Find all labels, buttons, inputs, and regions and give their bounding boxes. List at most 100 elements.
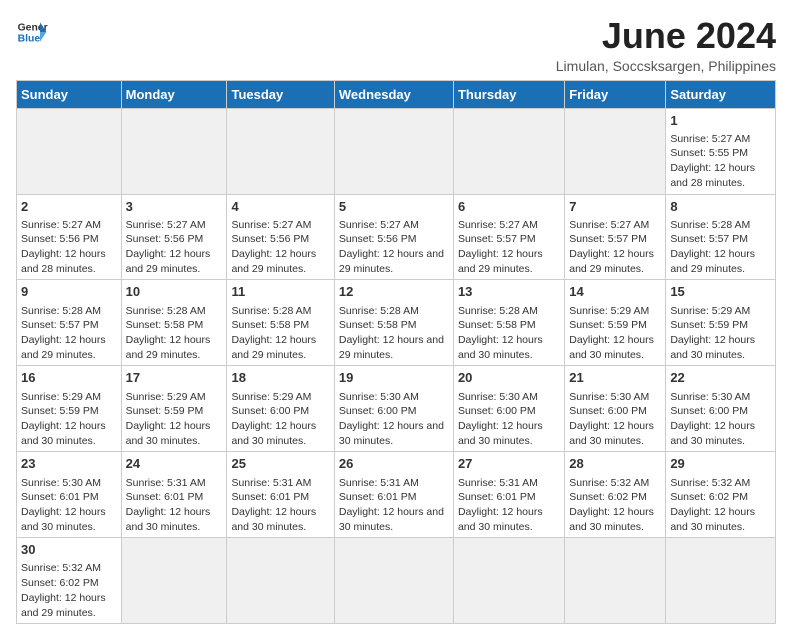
day-cell bbox=[453, 108, 564, 194]
day-cell: 1 Sunrise: 5:27 AMSunset: 5:55 PMDaylight… bbox=[666, 108, 776, 194]
logo: General Blue bbox=[16, 16, 48, 48]
day-number: 24 bbox=[126, 455, 223, 473]
month-title: June 2024 bbox=[556, 16, 776, 56]
day-info: Sunrise: 5:27 AMSunset: 5:57 PMDaylight:… bbox=[569, 218, 661, 277]
day-info: Sunrise: 5:27 AMSunset: 5:56 PMDaylight:… bbox=[21, 218, 117, 277]
day-cell bbox=[121, 108, 227, 194]
day-info: Sunrise: 5:32 AMSunset: 6:02 PMDaylight:… bbox=[21, 561, 117, 620]
day-info: Sunrise: 5:30 AMSunset: 6:00 PMDaylight:… bbox=[670, 390, 771, 449]
day-number: 21 bbox=[569, 369, 661, 387]
day-cell: 6 Sunrise: 5:27 AMSunset: 5:57 PMDaylight… bbox=[453, 194, 564, 280]
day-number: 18 bbox=[231, 369, 329, 387]
day-number: 3 bbox=[126, 198, 223, 216]
day-info: Sunrise: 5:30 AMSunset: 6:00 PMDaylight:… bbox=[458, 390, 560, 449]
day-number: 12 bbox=[339, 283, 449, 301]
day-number: 30 bbox=[21, 541, 117, 559]
day-header-monday: Monday bbox=[121, 80, 227, 108]
day-header-sunday: Sunday bbox=[17, 80, 122, 108]
day-info: Sunrise: 5:31 AMSunset: 6:01 PMDaylight:… bbox=[458, 476, 560, 535]
day-info: Sunrise: 5:31 AMSunset: 6:01 PMDaylight:… bbox=[339, 476, 449, 535]
location-subtitle: Limulan, Soccsksargen, Philippines bbox=[556, 58, 776, 74]
day-cell bbox=[17, 108, 122, 194]
calendar-table: SundayMondayTuesdayWednesdayThursdayFrid… bbox=[16, 80, 776, 625]
day-cell bbox=[565, 108, 666, 194]
day-number: 25 bbox=[231, 455, 329, 473]
day-info: Sunrise: 5:31 AMSunset: 6:01 PMDaylight:… bbox=[231, 476, 329, 535]
week-row-5: 30 Sunrise: 5:32 AMSunset: 6:02 PMDayligh… bbox=[17, 538, 776, 624]
day-header-friday: Friday bbox=[565, 80, 666, 108]
day-info: Sunrise: 5:28 AMSunset: 5:58 PMDaylight:… bbox=[126, 304, 223, 363]
day-info: Sunrise: 5:30 AMSunset: 6:00 PMDaylight:… bbox=[569, 390, 661, 449]
day-info: Sunrise: 5:28 AMSunset: 5:58 PMDaylight:… bbox=[458, 304, 560, 363]
day-info: Sunrise: 5:28 AMSunset: 5:58 PMDaylight:… bbox=[231, 304, 329, 363]
day-number: 19 bbox=[339, 369, 449, 387]
week-row-1: 2 Sunrise: 5:27 AMSunset: 5:56 PMDaylight… bbox=[17, 194, 776, 280]
day-number: 27 bbox=[458, 455, 560, 473]
day-number: 22 bbox=[670, 369, 771, 387]
day-number: 13 bbox=[458, 283, 560, 301]
day-info: Sunrise: 5:29 AMSunset: 6:00 PMDaylight:… bbox=[231, 390, 329, 449]
day-number: 2 bbox=[21, 198, 117, 216]
day-number: 23 bbox=[21, 455, 117, 473]
day-cell: 2 Sunrise: 5:27 AMSunset: 5:56 PMDaylight… bbox=[17, 194, 122, 280]
day-cell: 14Sunrise: 5:29 AMSunset: 5:59 PMDayligh… bbox=[565, 280, 666, 366]
day-number: 14 bbox=[569, 283, 661, 301]
day-number: 28 bbox=[569, 455, 661, 473]
day-cell bbox=[565, 538, 666, 624]
day-cell: 11 Sunrise: 5:28 AMSunset: 5:58 PMDayligh… bbox=[227, 280, 334, 366]
day-cell: 4Sunrise: 5:27 AMSunset: 5:56 PMDaylight… bbox=[227, 194, 334, 280]
day-number: 5 bbox=[339, 198, 449, 216]
week-row-0: 1 Sunrise: 5:27 AMSunset: 5:55 PMDaylight… bbox=[17, 108, 776, 194]
day-cell: 21 Sunrise: 5:30 AMSunset: 6:00 PMDayligh… bbox=[565, 366, 666, 452]
day-number: 7 bbox=[569, 198, 661, 216]
day-number: 29 bbox=[670, 455, 771, 473]
day-cell bbox=[334, 108, 453, 194]
week-row-2: 9Sunrise: 5:28 AMSunset: 5:57 PMDaylight… bbox=[17, 280, 776, 366]
day-cell bbox=[121, 538, 227, 624]
day-number: 6 bbox=[458, 198, 560, 216]
day-cell: 8Sunrise: 5:28 AMSunset: 5:57 PMDaylight… bbox=[666, 194, 776, 280]
header: General Blue June 2024 Limulan, Soccsksa… bbox=[16, 16, 776, 74]
day-cell: 16 Sunrise: 5:29 AMSunset: 5:59 PMDayligh… bbox=[17, 366, 122, 452]
day-cell: 25 Sunrise: 5:31 AMSunset: 6:01 PMDayligh… bbox=[227, 452, 334, 538]
day-info: Sunrise: 5:29 AMSunset: 5:59 PMDaylight:… bbox=[126, 390, 223, 449]
day-cell: 27 Sunrise: 5:31 AMSunset: 6:01 PMDayligh… bbox=[453, 452, 564, 538]
week-row-4: 23 Sunrise: 5:30 AMSunset: 6:01 PMDayligh… bbox=[17, 452, 776, 538]
header-row: SundayMondayTuesdayWednesdayThursdayFrid… bbox=[17, 80, 776, 108]
week-row-3: 16 Sunrise: 5:29 AMSunset: 5:59 PMDayligh… bbox=[17, 366, 776, 452]
day-cell: 23 Sunrise: 5:30 AMSunset: 6:01 PMDayligh… bbox=[17, 452, 122, 538]
day-number: 17 bbox=[126, 369, 223, 387]
day-number: 15 bbox=[670, 283, 771, 301]
day-info: Sunrise: 5:27 AMSunset: 5:56 PMDaylight:… bbox=[126, 218, 223, 277]
day-info: Sunrise: 5:27 AMSunset: 5:57 PMDaylight:… bbox=[458, 218, 560, 277]
day-header-saturday: Saturday bbox=[666, 80, 776, 108]
day-info: Sunrise: 5:27 AMSunset: 5:56 PMDaylight:… bbox=[339, 218, 449, 277]
day-number: 4 bbox=[231, 198, 329, 216]
day-cell: 18 Sunrise: 5:29 AMSunset: 6:00 PMDayligh… bbox=[227, 366, 334, 452]
day-cell: 7 Sunrise: 5:27 AMSunset: 5:57 PMDaylight… bbox=[565, 194, 666, 280]
day-info: Sunrise: 5:30 AMSunset: 6:01 PMDaylight:… bbox=[21, 476, 117, 535]
svg-text:Blue: Blue bbox=[18, 34, 41, 45]
day-number: 11 bbox=[231, 283, 329, 301]
day-cell: 22 Sunrise: 5:30 AMSunset: 6:00 PMDayligh… bbox=[666, 366, 776, 452]
day-cell: 29Sunrise: 5:32 AMSunset: 6:02 PMDayligh… bbox=[666, 452, 776, 538]
day-info: Sunrise: 5:29 AMSunset: 5:59 PMDaylight:… bbox=[21, 390, 117, 449]
day-cell bbox=[666, 538, 776, 624]
day-info: Sunrise: 5:31 AMSunset: 6:01 PMDaylight:… bbox=[126, 476, 223, 535]
day-cell: 5 Sunrise: 5:27 AMSunset: 5:56 PMDaylight… bbox=[334, 194, 453, 280]
day-cell: 30 Sunrise: 5:32 AMSunset: 6:02 PMDayligh… bbox=[17, 538, 122, 624]
day-cell: 13 Sunrise: 5:28 AMSunset: 5:58 PMDayligh… bbox=[453, 280, 564, 366]
day-info: Sunrise: 5:32 AMSunset: 6:02 PMDaylight:… bbox=[569, 476, 661, 535]
day-cell: 3 Sunrise: 5:27 AMSunset: 5:56 PMDaylight… bbox=[121, 194, 227, 280]
day-cell: 20Sunrise: 5:30 AMSunset: 6:00 PMDayligh… bbox=[453, 366, 564, 452]
day-number: 10 bbox=[126, 283, 223, 301]
title-area: June 2024 Limulan, Soccsksargen, Philipp… bbox=[556, 16, 776, 74]
day-cell: 28 Sunrise: 5:32 AMSunset: 6:02 PMDayligh… bbox=[565, 452, 666, 538]
day-number: 16 bbox=[21, 369, 117, 387]
day-info: Sunrise: 5:27 AMSunset: 5:55 PMDaylight:… bbox=[670, 132, 771, 191]
day-cell: 15Sunrise: 5:29 AMSunset: 5:59 PMDayligh… bbox=[666, 280, 776, 366]
day-cell bbox=[334, 538, 453, 624]
day-number: 9 bbox=[21, 283, 117, 301]
day-number: 1 bbox=[670, 112, 771, 130]
day-number: 26 bbox=[339, 455, 449, 473]
